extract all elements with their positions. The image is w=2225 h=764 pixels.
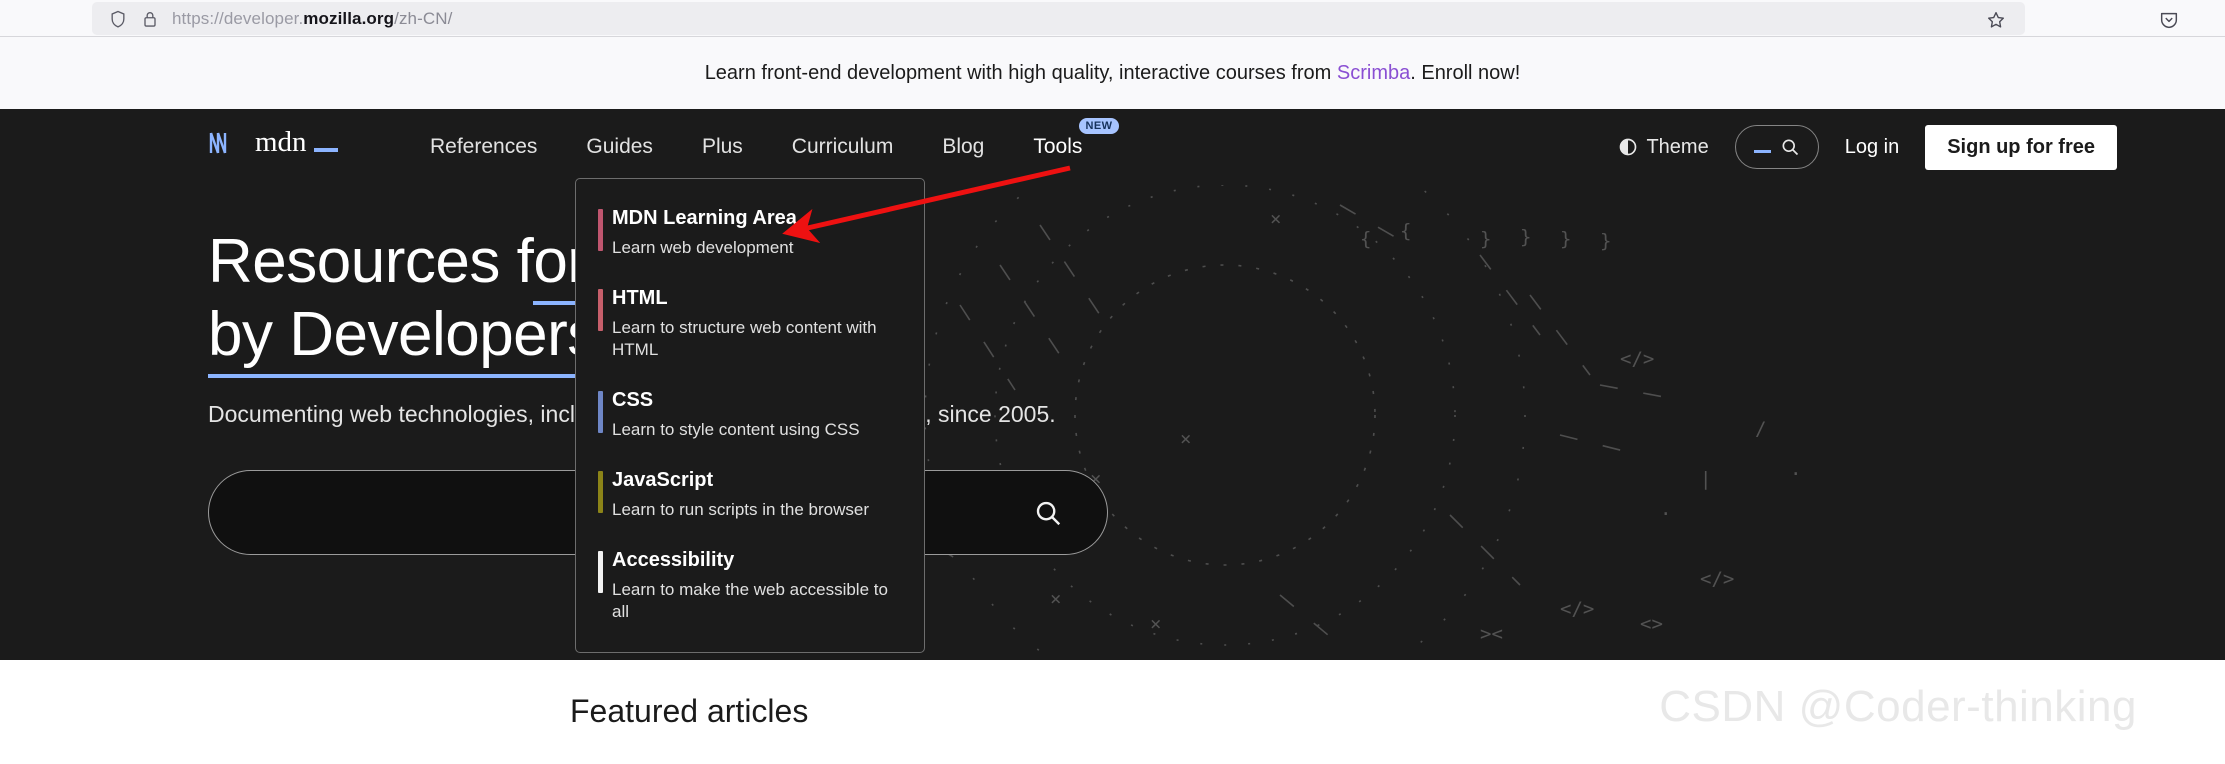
mdn-logo-icon (209, 132, 227, 154)
nav-link-tools[interactable]: Tools NEW (1033, 118, 1120, 159)
nav-links: References Guides Plus Curriculum Blog T… (430, 109, 1120, 185)
url-path: /zh-CN/ (394, 8, 453, 28)
search-icon[interactable] (1033, 498, 1063, 528)
nav-right-actions: Theme Log in Sign up for free (1618, 109, 2117, 185)
dropdown-color-bar (598, 551, 603, 594)
mdn-logo[interactable]: mdn (208, 126, 338, 158)
dropdown-item-title: JavaScript (612, 469, 714, 491)
hero-subtitle: Documenting web technologies, including … (208, 401, 1056, 428)
promo-before: Learn front-end development with high qu… (704, 61, 1337, 84)
nav-link-curriculum[interactable]: Curriculum (792, 135, 894, 159)
svg-text:><: >< (1480, 623, 1503, 645)
url-domain: mozilla.org (303, 8, 395, 28)
dropdown-item-description: Learn to style content using CSS (612, 419, 860, 439)
mdn-top-navigation: mdn References Guides Plus Curriculum Bl… (0, 109, 2225, 185)
dropdown-color-bar (598, 390, 603, 433)
dropdown-item-description: Learn to run scripts in the browser (612, 500, 870, 519)
featured-articles-section: Featured articles CSDN @Coder-thinking (0, 660, 2225, 764)
dropdown-item-mdn-learning-area[interactable]: MDN Learning Area Learn web development (576, 206, 924, 258)
dropdown-item-title: Accessibility (612, 549, 735, 572)
shield-icon[interactable] (108, 9, 128, 29)
nav-search-button[interactable] (1734, 125, 1819, 169)
search-icon (1782, 139, 1798, 156)
theme-toggle-button[interactable]: Theme (1618, 135, 1709, 159)
login-link[interactable]: Log in (1845, 136, 1900, 159)
nav-badge-new: NEW (1078, 118, 1120, 134)
star-icon[interactable] (1985, 9, 2007, 31)
dropdown-item-description: Learn to structure web content with HTML (612, 318, 877, 359)
dropdown-item-title: MDN Learning Area (612, 207, 797, 229)
svg-text:.: . (1790, 458, 1801, 480)
watermark-text: CSDN @Coder-thinking (1659, 682, 2137, 731)
search-caret (1753, 150, 1771, 153)
hero-content: Resources for Developers, by Developers … (208, 225, 1708, 556)
dropdown-item-css[interactable]: CSS Learn to style content using CSS (576, 388, 924, 440)
nav-link-plus[interactable]: Plus (702, 135, 743, 159)
dropdown-color-bar (598, 289, 603, 332)
dropdown-item-description: Learn web development (612, 238, 794, 257)
promo-after: . Enroll now! (1410, 61, 1521, 84)
hero-line1-prefix: Resources f (208, 227, 534, 296)
page-root: https://developer.mozilla.org/zh-CN/ Lea… (0, 0, 2225, 764)
lock-icon[interactable] (140, 9, 160, 29)
url-text[interactable]: https://developer.mozilla.org/zh-CN/ (172, 9, 452, 29)
tools-dropdown-menu: MDN Learning Area Learn web development … (575, 178, 925, 653)
dropdown-item-title: CSS (612, 388, 654, 411)
dropdown-item-javascript[interactable]: JavaScript Learn to run scripts in the b… (576, 468, 924, 520)
mdn-logo-underscore (313, 148, 338, 153)
mdn-logo-text: mdn (255, 126, 307, 158)
dropdown-item-description: Learn to make the web accessible to all (612, 580, 888, 621)
dropdown-item-accessibility[interactable]: Accessibility Learn to make the web acce… (576, 548, 924, 622)
nav-link-blog[interactable]: Blog (942, 135, 984, 159)
promo-link-scrimba[interactable]: Scrimba (1337, 62, 1410, 84)
svg-text:</>: </> (1700, 568, 1734, 590)
dropdown-item-html[interactable]: HTML Learn to structure web content with… (576, 286, 924, 360)
hero-section: {{ }} }} ×× ×× ×× </></> </>>< <>/ .| . … (0, 185, 2225, 660)
theme-label: Theme (1646, 135, 1709, 158)
svg-text:×: × (1150, 613, 1161, 635)
dropdown-color-bar (598, 471, 603, 513)
svg-text:×: × (1050, 588, 1061, 610)
hero-line2-underlined: by Developers (208, 300, 598, 379)
signup-button[interactable]: Sign up for free (1925, 124, 2117, 170)
pocket-icon[interactable] (2158, 9, 2180, 31)
half-circle-icon (1620, 138, 1637, 156)
dropdown-color-bar (598, 209, 603, 251)
promo-banner: Learn front-end development with high qu… (0, 37, 2225, 109)
url-scheme: https://developer. (172, 8, 304, 28)
svg-text:/: / (1755, 418, 1766, 440)
browser-toolbar: https://developer.mozilla.org/zh-CN/ (0, 0, 2225, 37)
svg-text:</>: </> (1560, 598, 1594, 620)
nav-link-guides[interactable]: Guides (586, 135, 653, 159)
nav-link-references[interactable]: References (430, 135, 537, 159)
hero-heading: Resources for Developers, by Developers (208, 225, 1708, 379)
nav-link-tools-label: Tools (1033, 135, 1083, 158)
dropdown-item-title: HTML (612, 287, 668, 310)
svg-text:<>: <> (1640, 613, 1663, 635)
featured-articles-title: Featured articles (570, 693, 809, 729)
address-bar[interactable]: https://developer.mozilla.org/zh-CN/ (92, 2, 2178, 35)
promo-text: Learn front-end development with high qu… (705, 62, 1521, 85)
